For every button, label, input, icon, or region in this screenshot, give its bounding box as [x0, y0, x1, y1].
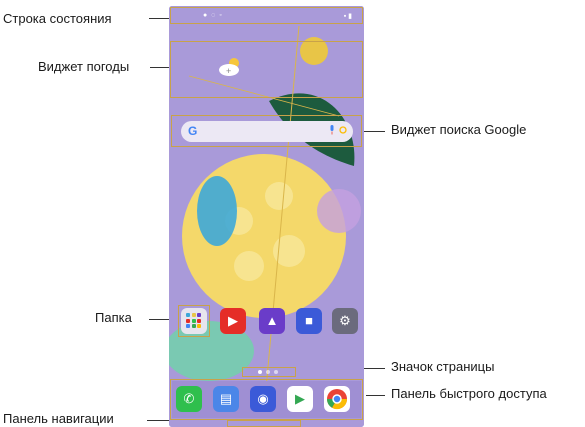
- chrome-logo: [326, 389, 348, 410]
- callout-folder: Папка: [95, 310, 132, 325]
- callout-google-search-widget: Виджет поиска Google: [391, 122, 527, 137]
- microphone-icon[interactable]: [329, 125, 335, 135]
- phone-screen: ● ◌ ◦ ▪ ▮ + G ▶ ▲ ■ ⚙ ✆ ▤ ◉ ▶: [169, 6, 364, 427]
- partly-cloudy-icon: +: [219, 58, 239, 76]
- quick-access-panel: ✆ ▤ ◉ ▶: [170, 379, 363, 420]
- page-dot: [258, 370, 262, 374]
- leader-quick-access-panel: [366, 395, 385, 396]
- callout-navigation-bar: Панель навигации: [3, 411, 114, 426]
- video-camera-icon[interactable]: ■: [296, 308, 322, 334]
- callout-page-indicator: Значок страницы: [391, 359, 495, 374]
- play-store-icon[interactable]: ▶: [287, 386, 313, 412]
- callout-weather-widget: Виджет погоды: [38, 59, 130, 74]
- folder-icon[interactable]: [181, 308, 207, 334]
- weather-widget-highlight: [170, 41, 363, 98]
- status-bar-highlight: [170, 7, 363, 24]
- google-logo: G: [188, 124, 198, 138]
- google-search-widget[interactable]: G: [181, 121, 353, 142]
- settings-icon[interactable]: ⚙: [332, 308, 358, 334]
- youtube-icon[interactable]: ▶: [220, 308, 246, 334]
- leader-weather-widget: [150, 67, 171, 68]
- weather-widget[interactable]: +: [169, 41, 364, 98]
- phone-icon[interactable]: ✆: [176, 386, 202, 412]
- status-bar: ● ◌ ◦ ▪ ▮: [169, 6, 364, 26]
- camera-icon[interactable]: ◉: [250, 386, 276, 412]
- page-dot: [266, 370, 270, 374]
- messages-icon[interactable]: ▤: [213, 386, 239, 412]
- navigation-bar-highlight: [227, 420, 301, 427]
- callout-quick-access-panel: Панель быстрого доступа: [391, 386, 547, 401]
- battery-icon: ▪ ▮: [343, 13, 352, 20]
- page-indicator[interactable]: [242, 367, 296, 377]
- svg-text:+: +: [226, 66, 231, 76]
- leader-google-search-widget: [361, 131, 385, 132]
- chrome-icon[interactable]: [324, 386, 350, 412]
- notification-icons: ● ◌ ◦: [203, 12, 223, 19]
- callout-status-bar: Строка состояния: [3, 11, 112, 26]
- lens-icon[interactable]: [339, 125, 347, 135]
- navigation-bar[interactable]: [227, 420, 301, 427]
- page-dot: [274, 370, 278, 374]
- home-app-row: ▶ ▲ ■ ⚙: [178, 305, 360, 337]
- folder-contents: [186, 313, 202, 329]
- gallery-icon[interactable]: ▲: [259, 308, 285, 334]
